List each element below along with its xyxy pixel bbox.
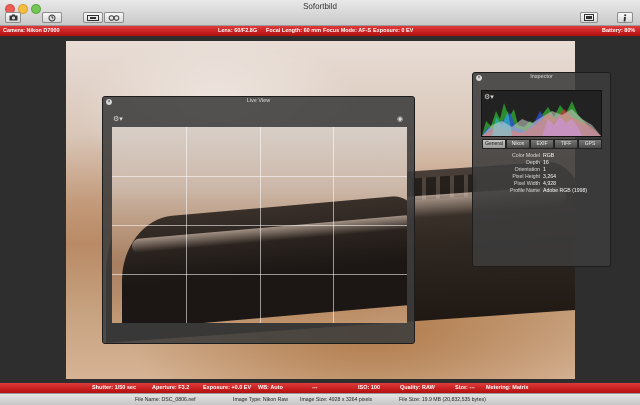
focus-mode: Focus Mode: AF-S — [323, 28, 372, 34]
panel-toggle-button[interactable] — [580, 12, 598, 23]
bracket-button[interactable] — [83, 12, 103, 23]
info-icon — [623, 13, 627, 21]
property-row: Color Model RGB — [482, 153, 602, 160]
file-type: Image Type: Nikon Raw — [233, 397, 288, 403]
title-bar: Sofortbild — [0, 0, 640, 26]
camera-icon — [9, 14, 17, 21]
inspector-panel[interactable]: × Inspector ⚙▾ General Nikon EXIF TIFF G… — [472, 72, 611, 267]
panel-icon — [584, 14, 594, 21]
tab-exif[interactable]: EXIF — [530, 139, 554, 149]
file-name: File Name: DSC_0806.nef — [135, 397, 196, 403]
property-row: Profile Name Adobe RGB (1998) — [482, 188, 602, 195]
shot-status-bar: Shutter: 1/50 sec Aperture: F3.2 Exposur… — [0, 383, 640, 393]
info-button[interactable] — [617, 12, 633, 23]
lens-info: Lens: 60/F2.8G — [218, 28, 258, 34]
placeholder-value: --- — [312, 385, 318, 391]
exposure-compensation: Exposure: 0 EV — [373, 28, 414, 34]
grid-line — [112, 176, 407, 177]
property-value: Adobe RGB (1998) — [543, 188, 588, 194]
property-value: 1 — [543, 167, 546, 173]
image-size: Size: --- — [455, 385, 475, 391]
tab-general[interactable]: General — [482, 139, 506, 149]
property-list: Color Model RGB Depth 16 Orientation 1 Pixe… — [482, 153, 602, 195]
grid-line — [112, 225, 407, 226]
inspector-tabs: General Nikon EXIF TIFF GPS — [482, 139, 602, 149]
property-row: Pixel Height 3,264 — [482, 174, 602, 181]
iso: ISO: 100 — [358, 385, 381, 391]
image-dimensions: Image Size: 4928 x 3264 pixels — [300, 397, 373, 403]
white-balance: WB: Auto — [258, 385, 283, 391]
live-view-title: Live View — [246, 98, 271, 104]
timer-button[interactable] — [42, 12, 62, 23]
battery-level: Battery: 80% — [602, 28, 636, 34]
property-key: Orientation — [514, 167, 540, 173]
property-key: Pixel Height — [512, 174, 540, 180]
histogram — [481, 90, 602, 137]
shutter-speed: Shutter: 1/50 sec — [92, 385, 137, 391]
property-key: Pixel Width — [514, 181, 540, 187]
property-row: Pixel Width 4,928 — [482, 181, 602, 188]
file-size: File Size: 19.9 MB (20,832,535 bytes) — [399, 397, 486, 403]
file-info-bar: File Name: DSC_0806.nef Image Type: Niko… — [0, 393, 640, 405]
inspector-title: Inspector — [530, 74, 553, 80]
live-view-panel[interactable]: × Live View ⚙▾ ◉ — [102, 96, 415, 344]
timer-icon — [48, 14, 56, 21]
bracket-icon — [87, 14, 99, 21]
exposure-value: Exposure: +0.0 EV — [203, 385, 252, 391]
record-icon[interactable]: ◉ — [397, 115, 403, 123]
property-value: RGB — [543, 153, 555, 159]
histogram-gear-icon[interactable]: ⚙▾ — [484, 93, 494, 101]
camera-button[interactable] — [5, 12, 21, 23]
metering-mode: Metering: Matrix — [486, 385, 529, 391]
gear-icon[interactable]: ⚙▾ — [113, 115, 123, 123]
aperture: Aperture: F3.2 — [152, 385, 190, 391]
focus-button[interactable] — [104, 12, 124, 23]
property-key: Color Model — [512, 153, 540, 159]
property-value: 3,264 — [543, 174, 556, 180]
property-row: Orientation 1 — [482, 167, 602, 174]
tab-gps[interactable]: GPS — [578, 139, 602, 149]
quality: Quality: RAW — [400, 385, 435, 391]
property-key: Profile Name — [510, 188, 540, 194]
property-value: 4,928 — [543, 181, 556, 187]
window-title: Sofortbild — [303, 2, 337, 11]
tab-nikon[interactable]: Nikon — [506, 139, 530, 149]
grid-line — [112, 274, 407, 275]
property-row: Depth 16 — [482, 160, 602, 167]
camera-status-bar: Camera: Nikon D7000 Lens: 60/F2.8G Focal… — [0, 26, 640, 36]
focus-icon — [108, 14, 120, 21]
live-view-feed[interactable] — [112, 127, 407, 323]
property-key: Depth — [526, 160, 540, 166]
tab-tiff[interactable]: TIFF — [554, 139, 578, 149]
focal-length: Focal Length: 60 mm — [266, 28, 322, 34]
camera-model: Camera: Nikon D7000 — [3, 28, 60, 34]
property-value: 16 — [543, 160, 549, 166]
